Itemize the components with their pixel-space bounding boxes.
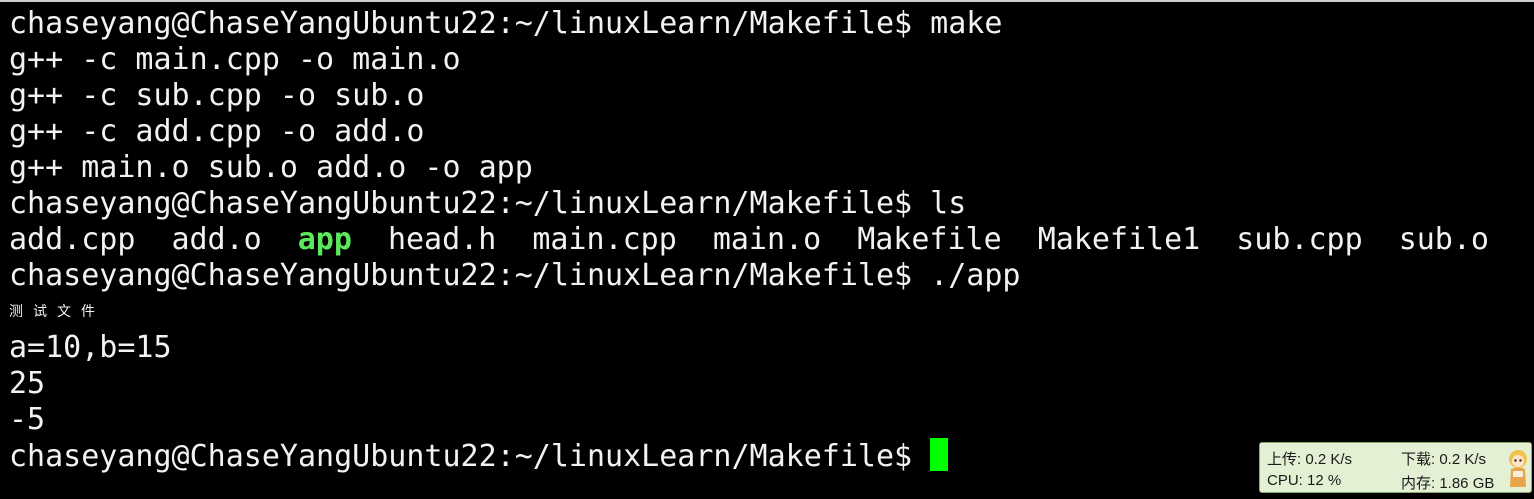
upload-speed: 上传: 0.2 K/s [1267,451,1353,468]
program-output-line: a=10,b=15 [9,330,172,365]
ls-file: Makefile1 [1037,222,1201,257]
ls-file: head.h [387,222,497,257]
terminal-line: chaseyang@ChaseYangUbuntu22:~/linuxLearn… [9,186,967,221]
terminal-line: chaseyang@ChaseYangUbuntu22:~/linuxLearn… [9,6,1003,41]
program-output-chinese: 测试文件 [9,304,105,320]
terminal-window[interactable]: chaseyang@ChaseYangUbuntu22:~/linuxLearn… [0,0,1534,499]
terminal-line: g++ -c main.cpp -o main.o [9,42,461,77]
ls-file: sub.o [1398,222,1489,257]
ls-file: main.o [712,222,822,257]
program-output-line: -5 [9,402,46,437]
ls-file: sub.cpp [1236,222,1363,257]
ls-file: add.cpp [9,222,136,257]
cpu-usage: CPU: 12 % [1267,472,1342,489]
terminal-line: chaseyang@ChaseYangUbuntu22:~/linuxLearn… [9,258,1021,293]
ls-file: Makefile [857,222,1002,257]
download-speed: 下载: 0.2 K/s [1401,451,1487,468]
cursor [930,438,949,471]
network-monitor-widget[interactable]: 上传: 0.2 K/s 下载: 0.2 K/s CPU: 12 % 内存: 1.… [1259,442,1532,493]
ls-output: add.cpp add.o app head.h main.cpp main.o Makef… [9,222,1534,258]
memory-usage: 内存: 1.86 GB [1401,475,1495,492]
terminal-line: g++ main.o sub.o add.o -o app [9,150,533,185]
terminal-line: g++ -c add.cpp -o add.o [9,114,425,149]
ls-file: main.cpp [532,222,677,257]
ls-file-executable: app [297,222,352,257]
program-output-line: 25 [9,366,46,401]
prompt: chaseyang@ChaseYangUbuntu22:~/linuxLearn… [9,439,913,474]
ls-file: add.o [171,222,262,257]
anime-mascot-icon [1509,450,1527,487]
terminal-line: g++ -c sub.cpp -o sub.o [9,78,425,113]
